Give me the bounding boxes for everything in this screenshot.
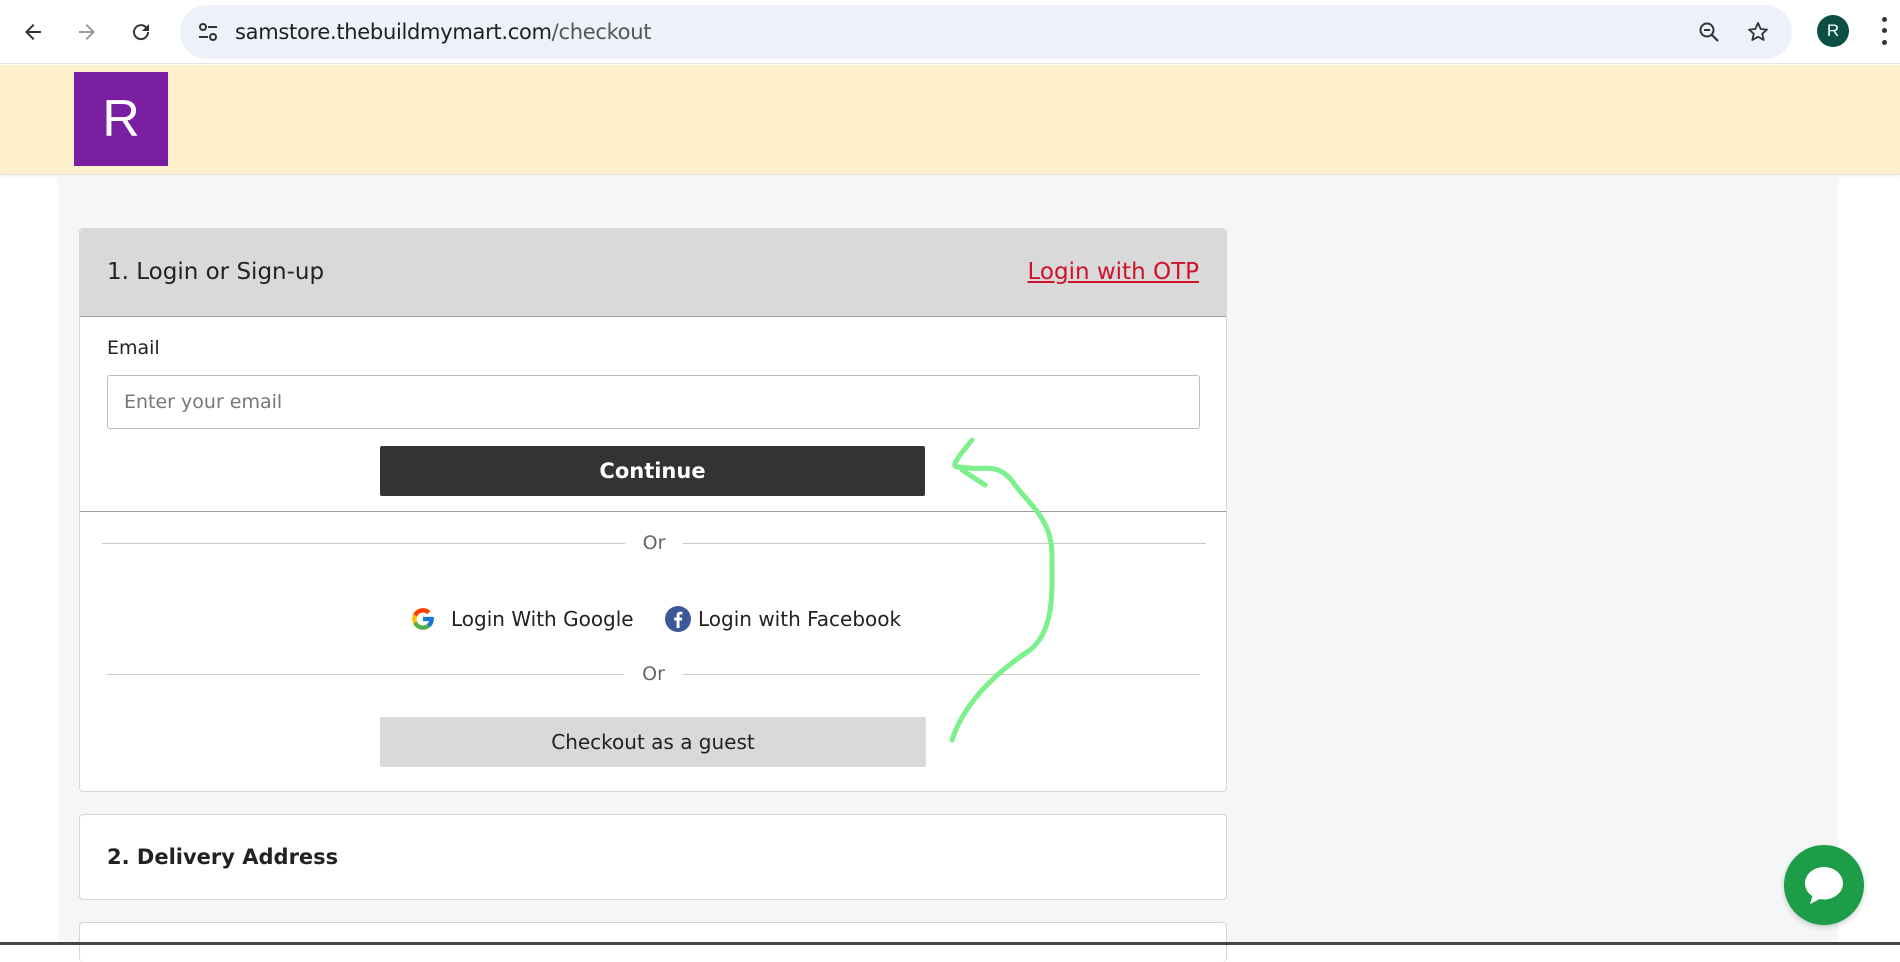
reload-icon <box>133 24 150 41</box>
forward-button[interactable] <box>67 12 107 52</box>
facebook-label: Login with Facebook <box>698 607 902 631</box>
chat-widget-button[interactable] <box>1784 845 1864 925</box>
or-divider: Or <box>102 531 1206 555</box>
or-divider: Or <box>107 662 1200 686</box>
zoom-out-icon <box>1699 22 1719 42</box>
url-text[interactable]: samstore.thebuildmymart.com/checkout <box>235 20 651 44</box>
google-icon <box>412 608 434 630</box>
back-button[interactable] <box>13 12 53 52</box>
login-section-title: 1. Login or Sign-up <box>107 259 325 285</box>
reload-button[interactable] <box>121 12 161 52</box>
url-path: /checkout <box>551 20 652 44</box>
zoom-button[interactable] <box>1695 18 1723 46</box>
email-label: Email <box>107 337 160 359</box>
site-header: R <box>0 65 1900 175</box>
delivery-address-section[interactable]: 2. Delivery Address <box>79 814 1227 900</box>
browser-toolbar: samstore.thebuildmymart.com/checkout R <box>0 0 1900 64</box>
address-bar[interactable]: samstore.thebuildmymart.com/checkout <box>180 5 1792 59</box>
kebab-menu-icon[interactable] <box>1874 14 1894 48</box>
login-with-otp-link[interactable]: Login with OTP <box>1028 259 1200 285</box>
or-text: Or <box>642 663 665 685</box>
email-input[interactable] <box>107 375 1200 429</box>
login-with-facebook-button[interactable]: Login with Facebook <box>664 601 901 637</box>
login-section: 1. Login or Sign-up Login with OTP Email… <box>79 228 1227 792</box>
arrow-right-icon <box>79 24 95 40</box>
url-host: samstore.thebuildmymart.com <box>235 20 552 44</box>
login-section-header: 1. Login or Sign-up Login with OTP <box>80 229 1226 317</box>
profile-avatar[interactable]: R <box>1817 15 1849 47</box>
section-divider <box>80 511 1226 512</box>
arrow-left-icon <box>25 24 41 40</box>
bookmark-button[interactable] <box>1744 18 1772 46</box>
facebook-icon <box>665 606 691 632</box>
google-label: Login With Google <box>451 607 634 631</box>
or-text: Or <box>642 532 666 554</box>
checkout-as-guest-button[interactable]: Checkout as a guest <box>380 717 926 767</box>
star-icon <box>1748 22 1768 41</box>
tune-icon <box>199 23 217 41</box>
chat-bubble-icon <box>1805 867 1843 904</box>
site-info-button[interactable] <box>194 18 222 46</box>
login-with-google-button[interactable]: Login With Google <box>410 601 634 637</box>
continue-button[interactable]: Continue <box>380 446 925 496</box>
delivery-address-title: 2. Delivery Address <box>107 845 339 869</box>
store-logo[interactable]: R <box>74 72 168 166</box>
